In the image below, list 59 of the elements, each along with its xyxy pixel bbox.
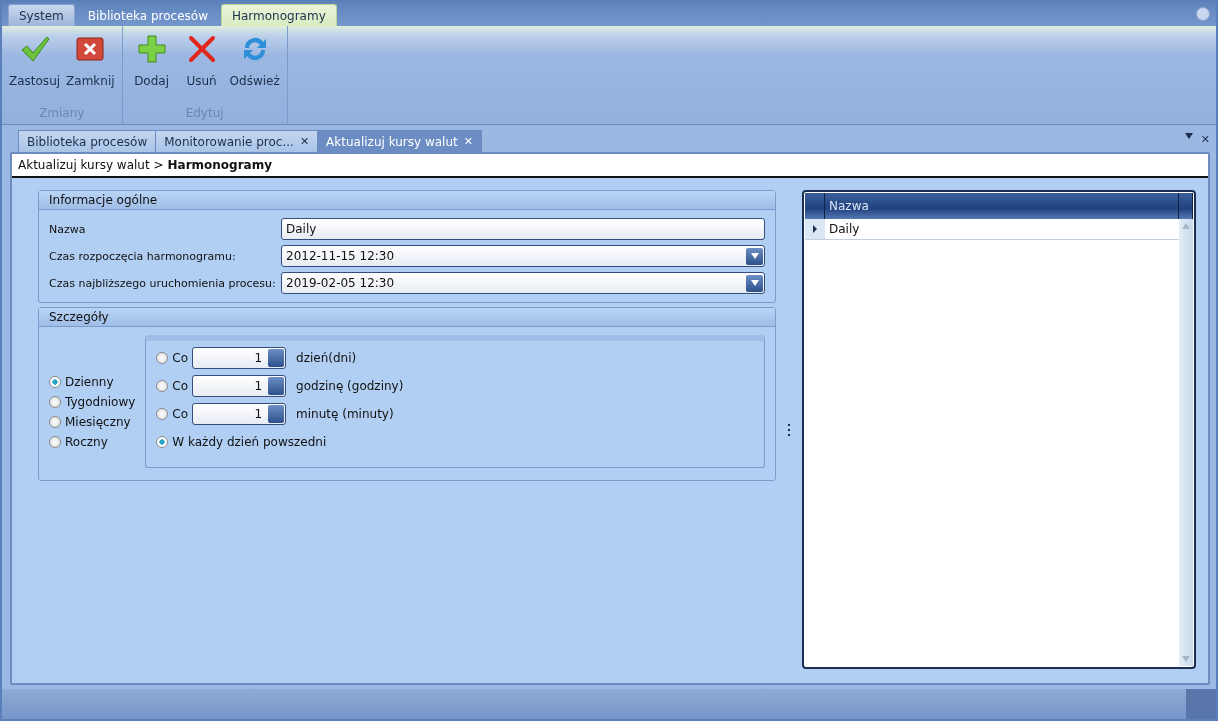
radio-button[interactable]	[49, 395, 61, 408]
breadcrumb-current: Harmonogramy	[167, 158, 273, 172]
close-icon	[76, 35, 105, 63]
unit-label: minutę (minuty)	[296, 407, 394, 421]
delete-icon	[186, 34, 217, 64]
field-label: Nazwa	[49, 222, 87, 236]
row-pointer-icon	[813, 225, 817, 233]
collapse-ribbon-icon[interactable]	[1196, 7, 1210, 21]
radio-label: Miesięczny	[65, 414, 131, 429]
radio-button[interactable]	[156, 352, 169, 364]
breadcrumb-path: Aktualizuj kursy walut >	[18, 158, 164, 172]
document-tab[interactable]: Monitorowanie proc... ✕	[155, 130, 319, 152]
tab-label: Aktualizuj kursy walut	[326, 134, 458, 149]
field-label: Czas najbliższego uruchomienia procesu:	[49, 276, 277, 290]
tab-label: Monitorowanie proc...	[164, 134, 294, 149]
radio-button[interactable]	[49, 435, 61, 448]
radio-label: Dzienny	[65, 374, 114, 389]
radio-button[interactable]	[156, 408, 169, 420]
scroll-down-icon[interactable]	[1182, 656, 1190, 662]
radio-label: Co	[172, 379, 189, 393]
ribbon-tab[interactable]: System	[8, 4, 75, 26]
ribbon-button[interactable]: Zastosuj	[6, 32, 64, 102]
plus-icon	[136, 34, 167, 64]
field-label: Czas rozpoczęcia harmonogramu:	[49, 249, 237, 263]
section-title: Informacje ogólne	[49, 193, 158, 207]
radio-button[interactable]	[49, 415, 61, 428]
number-spinner[interactable]: 1	[192, 375, 287, 397]
resize-grip[interactable]	[1186, 689, 1216, 719]
radio-button[interactable]	[49, 375, 61, 388]
ribbon-button[interactable]: Dodaj	[126, 32, 177, 102]
close-tab-button[interactable]: ✕	[299, 135, 310, 148]
radio-label: Roczny	[65, 434, 108, 449]
dropdown-icon	[1184, 133, 1193, 139]
ribbon-button[interactable]: Zamknij	[63, 32, 118, 102]
date-dropdown[interactable]: 2019-02-05 12:30	[281, 272, 765, 294]
radio-label: W każdy dzień powszedni	[172, 435, 327, 449]
radio-label: Co	[172, 351, 189, 365]
radio-label: Co	[172, 407, 189, 421]
radio-label: Tygodniowy	[65, 394, 136, 409]
dropdown-icon	[750, 253, 759, 259]
radio-button[interactable]	[156, 436, 169, 448]
radio-button[interactable]	[156, 380, 169, 392]
ribbon-button[interactable]: Usuń	[176, 32, 227, 102]
close-document-button[interactable]: ✕	[1200, 133, 1210, 146]
dropdown-icon	[750, 280, 759, 286]
number-spinner[interactable]: 1	[192, 403, 287, 425]
unit-label: dzień(dni)	[296, 351, 357, 365]
table-cell-text: Daily	[828, 221, 861, 238]
document-tab[interactable]: Biblioteka procesów	[18, 130, 157, 152]
number-spinner[interactable]: 1	[192, 347, 287, 369]
unit-label: godzinę (godziny)	[296, 379, 404, 393]
ribbon-tab[interactable]: Harmonogramy	[220, 4, 337, 26]
scroll-up-icon[interactable]	[1182, 223, 1190, 229]
date-dropdown[interactable]: 2012-11-15 12:30	[281, 245, 765, 267]
grid-row[interactable]: Daily	[805, 219, 1179, 240]
input-field[interactable]: Daily	[281, 218, 765, 240]
ribbon-button[interactable]: Odśwież	[226, 32, 283, 102]
section-title: Szczegóły	[49, 310, 109, 324]
tab-label: Biblioteka procesów	[27, 134, 148, 149]
